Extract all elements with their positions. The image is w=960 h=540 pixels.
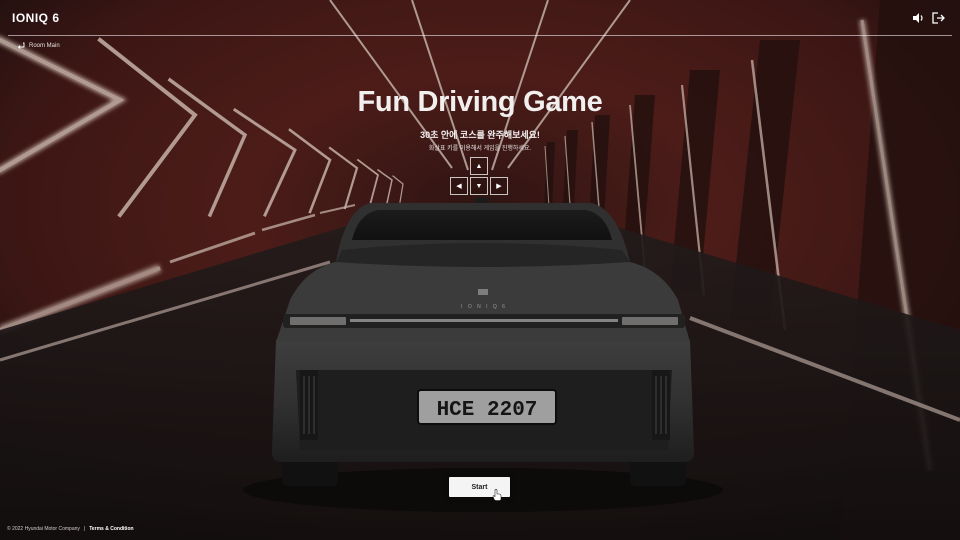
up-arrow-key-icon: ▲ [470, 157, 488, 175]
game-instruction: 화살표 키를 이용해서 게임을 진행하세요. [428, 146, 532, 152]
room-main-link[interactable]: Room Main [17, 42, 60, 49]
car-badge: I O N I Q 6 [461, 304, 507, 310]
left-arrow-key-icon: ◀ [450, 177, 468, 195]
header: IONIQ 6 [0, 0, 960, 36]
ioniq6-logo[interactable]: IONIQ 6 [12, 11, 60, 25]
room-main-label: Room Main [29, 42, 60, 49]
header-divider [8, 35, 952, 36]
footer-separator: | [83, 526, 86, 532]
copyright-text: © 2022 Hyundai Motor Company [7, 526, 80, 532]
hand-cursor-icon [492, 489, 502, 501]
license-plate: HCE 2207 [437, 399, 538, 422]
logout-icon[interactable] [931, 11, 945, 25]
tunnel-illustration: I O N I Q 6 HCE 2207 [0, 0, 960, 540]
page-title: Fun Driving Game [357, 86, 603, 118]
down-arrow-key-icon: ▼ [470, 177, 488, 195]
return-arrow-icon [17, 42, 25, 49]
terms-link[interactable]: Terms & Condition [89, 526, 133, 532]
footer: © 2022 Hyundai Motor Company | Terms & C… [7, 526, 134, 532]
speaker-icon[interactable] [911, 11, 925, 25]
background-scene: I O N I Q 6 HCE 2207 [0, 0, 960, 540]
right-arrow-key-icon: ▶ [490, 177, 508, 195]
game-subtitle: 30초 안에 코스를 완주해보세요! [420, 130, 540, 140]
